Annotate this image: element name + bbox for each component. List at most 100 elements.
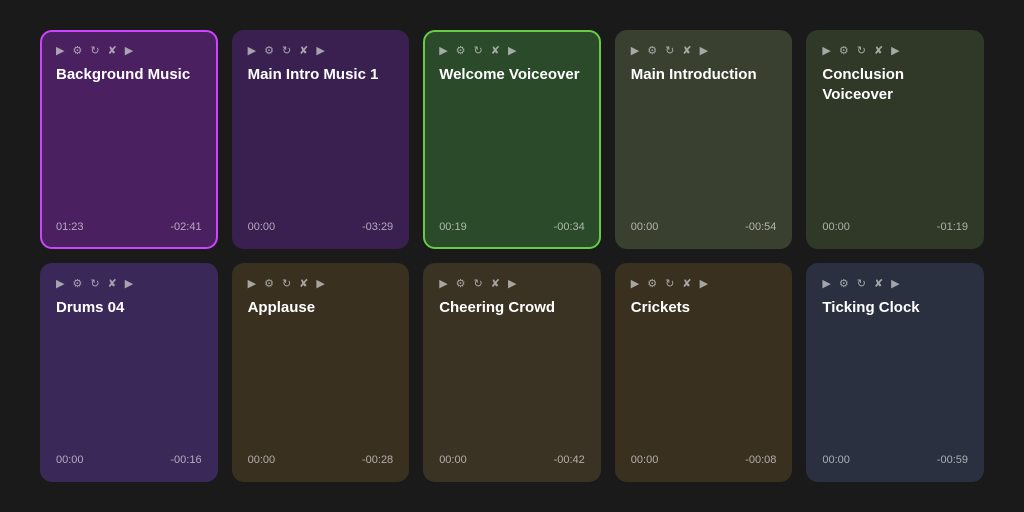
time-end-background-music: -02:41 xyxy=(170,221,201,233)
arrow-icon[interactable]: ▶ xyxy=(508,277,516,290)
headphone-icon[interactable]: ⚙ xyxy=(264,44,274,57)
scissors-icon[interactable]: ✘ xyxy=(491,44,500,57)
time-start-background-music: 01:23 xyxy=(56,221,84,233)
card-main-intro-music[interactable]: ▶ ⚙ ↻ ✘ ▶ Main Intro Music 1 00:00 -03:2… xyxy=(232,30,410,249)
arrow-icon[interactable]: ▶ xyxy=(891,44,899,57)
card-times-main-intro-music: 00:00 -03:29 xyxy=(248,221,394,233)
headphone-icon[interactable]: ⚙ xyxy=(72,277,82,290)
card-icons-main-intro-music: ▶ ⚙ ↻ ✘ ▶ xyxy=(248,44,394,57)
card-title-main-intro-music: Main Intro Music 1 xyxy=(248,65,394,85)
time-end-applause: -00:28 xyxy=(362,454,393,466)
headphone-icon[interactable]: ⚙ xyxy=(264,277,274,290)
time-end-ticking-clock: -00:59 xyxy=(937,454,968,466)
time-end-main-introduction: -00:54 xyxy=(745,221,776,233)
card-crickets[interactable]: ▶ ⚙ ↻ ✘ ▶ Crickets 00:00 -00:08 xyxy=(615,263,793,482)
card-icons-applause: ▶ ⚙ ↻ ✘ ▶ xyxy=(248,277,394,290)
scissors-icon[interactable]: ✘ xyxy=(108,277,117,290)
headphone-icon[interactable]: ⚙ xyxy=(72,44,82,57)
headphone-icon[interactable]: ⚙ xyxy=(456,44,466,57)
card-drums-04[interactable]: ▶ ⚙ ↻ ✘ ▶ Drums 04 00:00 -00:16 xyxy=(40,263,218,482)
time-start-cheering-crowd: 00:00 xyxy=(439,454,467,466)
card-applause[interactable]: ▶ ⚙ ↻ ✘ ▶ Applause 00:00 -00:28 xyxy=(232,263,410,482)
card-title-applause: Applause xyxy=(248,298,394,318)
loop-icon[interactable]: ↻ xyxy=(474,277,483,290)
headphone-icon[interactable]: ⚙ xyxy=(839,277,849,290)
scissors-icon[interactable]: ✘ xyxy=(108,44,117,57)
card-times-welcome-voiceover: 00:19 -00:34 xyxy=(439,221,585,233)
card-times-conclusion-voiceover: 00:00 -01:19 xyxy=(822,221,968,233)
play-icon[interactable]: ▶ xyxy=(248,44,256,57)
loop-icon[interactable]: ↻ xyxy=(665,277,674,290)
card-icons-drums-04: ▶ ⚙ ↻ ✘ ▶ xyxy=(56,277,202,290)
time-start-welcome-voiceover: 00:19 xyxy=(439,221,467,233)
arrow-icon[interactable]: ▶ xyxy=(316,44,324,57)
card-title-welcome-voiceover: Welcome Voiceover xyxy=(439,65,585,85)
play-icon[interactable]: ▶ xyxy=(439,44,447,57)
time-start-crickets: 00:00 xyxy=(631,454,659,466)
card-conclusion-voiceover[interactable]: ▶ ⚙ ↻ ✘ ▶ Conclusion Voiceover 00:00 -01… xyxy=(806,30,984,249)
card-title-background-music: Background Music xyxy=(56,65,202,85)
scissors-icon[interactable]: ✘ xyxy=(874,277,883,290)
time-start-applause: 00:00 xyxy=(248,454,276,466)
play-icon[interactable]: ▶ xyxy=(439,277,447,290)
scissors-icon[interactable]: ✘ xyxy=(299,277,308,290)
audio-grid: ▶ ⚙ ↻ ✘ ▶ Background Music 01:23 -02:41 … xyxy=(0,0,1024,512)
headphone-icon[interactable]: ⚙ xyxy=(647,44,657,57)
play-icon[interactable]: ▶ xyxy=(822,44,830,57)
play-icon[interactable]: ▶ xyxy=(631,44,639,57)
time-start-main-intro-music: 00:00 xyxy=(248,221,276,233)
card-title-cheering-crowd: Cheering Crowd xyxy=(439,298,585,318)
play-icon[interactable]: ▶ xyxy=(631,277,639,290)
loop-icon[interactable]: ↻ xyxy=(282,44,291,57)
arrow-icon[interactable]: ▶ xyxy=(700,44,708,57)
headphone-icon[interactable]: ⚙ xyxy=(839,44,849,57)
card-icons-cheering-crowd: ▶ ⚙ ↻ ✘ ▶ xyxy=(439,277,585,290)
loop-icon[interactable]: ↻ xyxy=(665,44,674,57)
card-icons-main-introduction: ▶ ⚙ ↻ ✘ ▶ xyxy=(631,44,777,57)
scissors-icon[interactable]: ✘ xyxy=(682,277,691,290)
arrow-icon[interactable]: ▶ xyxy=(316,277,324,290)
card-background-music[interactable]: ▶ ⚙ ↻ ✘ ▶ Background Music 01:23 -02:41 xyxy=(40,30,218,249)
loop-icon[interactable]: ↻ xyxy=(857,277,866,290)
time-end-crickets: -00:08 xyxy=(745,454,776,466)
play-icon[interactable]: ▶ xyxy=(56,277,64,290)
arrow-icon[interactable]: ▶ xyxy=(125,44,133,57)
time-start-main-introduction: 00:00 xyxy=(631,221,659,233)
card-times-drums-04: 00:00 -00:16 xyxy=(56,454,202,466)
scissors-icon[interactable]: ✘ xyxy=(299,44,308,57)
card-icons-background-music: ▶ ⚙ ↻ ✘ ▶ xyxy=(56,44,202,57)
card-times-crickets: 00:00 -00:08 xyxy=(631,454,777,466)
loop-icon[interactable]: ↻ xyxy=(90,277,99,290)
headphone-icon[interactable]: ⚙ xyxy=(456,277,466,290)
time-start-ticking-clock: 00:00 xyxy=(822,454,850,466)
arrow-icon[interactable]: ▶ xyxy=(700,277,708,290)
time-end-cheering-crowd: -00:42 xyxy=(554,454,585,466)
card-times-applause: 00:00 -00:28 xyxy=(248,454,394,466)
card-ticking-clock[interactable]: ▶ ⚙ ↻ ✘ ▶ Ticking Clock 00:00 -00:59 xyxy=(806,263,984,482)
card-main-introduction[interactable]: ▶ ⚙ ↻ ✘ ▶ Main Introduction 00:00 -00:54 xyxy=(615,30,793,249)
play-icon[interactable]: ▶ xyxy=(56,44,64,57)
loop-icon[interactable]: ↻ xyxy=(474,44,483,57)
play-icon[interactable]: ▶ xyxy=(248,277,256,290)
card-times-background-music: 01:23 -02:41 xyxy=(56,221,202,233)
loop-icon[interactable]: ↻ xyxy=(857,44,866,57)
scissors-icon[interactable]: ✘ xyxy=(682,44,691,57)
card-title-drums-04: Drums 04 xyxy=(56,298,202,318)
card-times-ticking-clock: 00:00 -00:59 xyxy=(822,454,968,466)
card-times-main-introduction: 00:00 -00:54 xyxy=(631,221,777,233)
arrow-icon[interactable]: ▶ xyxy=(508,44,516,57)
scissors-icon[interactable]: ✘ xyxy=(874,44,883,57)
loop-icon[interactable]: ↻ xyxy=(282,277,291,290)
time-start-conclusion-voiceover: 00:00 xyxy=(822,221,850,233)
card-icons-conclusion-voiceover: ▶ ⚙ ↻ ✘ ▶ xyxy=(822,44,968,57)
loop-icon[interactable]: ↻ xyxy=(90,44,99,57)
card-welcome-voiceover[interactable]: ▶ ⚙ ↻ ✘ ▶ Welcome Voiceover 00:19 -00:34 xyxy=(423,30,601,249)
arrow-icon[interactable]: ▶ xyxy=(125,277,133,290)
headphone-icon[interactable]: ⚙ xyxy=(647,277,657,290)
arrow-icon[interactable]: ▶ xyxy=(891,277,899,290)
card-icons-ticking-clock: ▶ ⚙ ↻ ✘ ▶ xyxy=(822,277,968,290)
time-start-drums-04: 00:00 xyxy=(56,454,84,466)
card-cheering-crowd[interactable]: ▶ ⚙ ↻ ✘ ▶ Cheering Crowd 00:00 -00:42 xyxy=(423,263,601,482)
play-icon[interactable]: ▶ xyxy=(822,277,830,290)
scissors-icon[interactable]: ✘ xyxy=(491,277,500,290)
